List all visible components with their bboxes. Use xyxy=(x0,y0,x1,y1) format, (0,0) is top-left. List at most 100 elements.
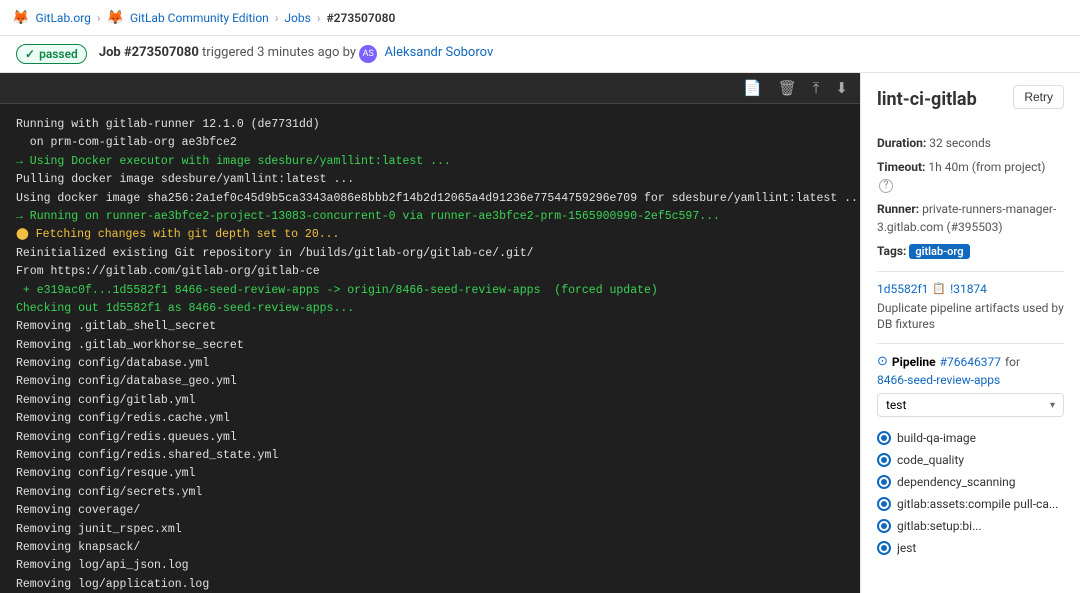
line-4: Pulling docker image sdesbure/yamllint:l… xyxy=(16,171,844,189)
duration-label: Duration: xyxy=(877,136,926,150)
duration-value: 32 seconds xyxy=(929,136,991,150)
job-name-6: jest xyxy=(897,541,916,555)
job-status-icon-1 xyxy=(877,431,891,445)
line-9: From https://gitlab.com/gitlab-org/gitla… xyxy=(16,263,844,281)
job-name-1: build-qa-image xyxy=(897,431,976,445)
job-item-2[interactable]: code_quality xyxy=(877,449,1064,471)
line-2: on prm-com-gitlab-org ae3bfce2 xyxy=(16,134,844,152)
runner-label: Runner: xyxy=(877,202,919,216)
job-item-3[interactable]: dependency_scanning xyxy=(877,471,1064,493)
line-8: Reinitialized existing Git repository in… xyxy=(16,245,844,263)
divider-2 xyxy=(877,343,1064,344)
pipeline-label: Pipeline xyxy=(892,355,936,369)
line-23: Removing junit_rspec.xml xyxy=(16,521,844,539)
job-label: Job #273507080 xyxy=(99,45,199,60)
divider-1 xyxy=(877,271,1064,272)
line-22: Removing coverage/ xyxy=(16,502,844,520)
line-26: Removing log/application.log xyxy=(16,576,844,593)
copy-raw-icon[interactable]: 📄 xyxy=(739,77,766,99)
tag-badge: gitlab-org xyxy=(909,244,969,259)
timeout-label: Timeout: xyxy=(877,160,925,174)
pipeline-for-text: for xyxy=(1005,355,1020,369)
retry-button[interactable]: Retry xyxy=(1013,85,1064,109)
pipeline-status-icon: ⊙ xyxy=(877,354,888,369)
line-25: Removing log/api_json.log xyxy=(16,557,844,575)
scroll-top-icon[interactable]: ⤒ xyxy=(809,77,824,99)
line-15: Removing config/database_geo.yml xyxy=(16,373,844,391)
commit-desc: Duplicate pipeline artifacts used by DB … xyxy=(877,300,1064,334)
jobs-list: build-qa-image code_quality dependency_s… xyxy=(877,427,1064,559)
nav-org[interactable]: GitLab.org xyxy=(35,11,90,25)
line-17: Removing config/redis.cache.yml xyxy=(16,410,844,428)
job-item-4[interactable]: gitlab:assets:compile pull-ca... xyxy=(877,493,1064,515)
job-status-icon-5 xyxy=(877,519,891,533)
terminal-area: 📄 🗑 ⤒ ⬇ Running with gitlab-runner 12.1.… xyxy=(0,73,860,593)
job-item-6[interactable]: jest xyxy=(877,537,1064,559)
line-6: → Running on runner-ae3bfce2-project-130… xyxy=(16,208,844,226)
pipeline-id-link[interactable]: #76646377 xyxy=(940,355,1001,369)
nav-project[interactable]: GitLab Community Edition xyxy=(130,11,269,25)
user-avatar: AS xyxy=(359,45,377,63)
commit-row: 1d5582f1 📋 !31874 xyxy=(877,282,1064,296)
line-3: → Using Docker executor with image sdesb… xyxy=(16,153,844,171)
line-21: Removing config/secrets.yml xyxy=(16,484,844,502)
job-status-icon-3 xyxy=(877,475,891,489)
nav-job-id: #273507080 xyxy=(326,11,395,25)
main-layout: 📄 🗑 ⤒ ⬇ Running with gitlab-runner 12.1.… xyxy=(0,73,1080,593)
sidebar-title: lint-ci-gitlab xyxy=(877,89,977,110)
timeout-value: 1h 40m (from project) xyxy=(928,160,1045,174)
line-12: Removing .gitlab_shell_secret xyxy=(16,318,844,336)
scroll-bottom-icon[interactable]: ⬇ xyxy=(831,77,852,99)
timeout-row: Timeout: 1h 40m (from project) ? xyxy=(877,158,1064,194)
nav-sep-3: › xyxy=(317,11,321,25)
mr-link[interactable]: !31874 xyxy=(950,282,987,296)
line-14: Removing config/database.yml xyxy=(16,355,844,373)
line-10: + e319ac0f...1d5582f1 8466-seed-review-a… xyxy=(16,282,844,300)
job-status-icon-4 xyxy=(877,497,891,511)
copy-commit-icon[interactable]: 📋 xyxy=(932,282,946,295)
job-item-5[interactable]: gitlab:setup:bi... xyxy=(877,515,1064,537)
job-name-4: gitlab:assets:compile pull-ca... xyxy=(897,497,1058,511)
stage-dropdown[interactable]: test ▾ xyxy=(877,393,1064,417)
job-header: passed Job #273507080 triggered 3 minute… xyxy=(0,36,1080,73)
top-nav: 🦊 GitLab.org › 🦊 GitLab Community Editio… xyxy=(0,0,1080,36)
line-19: Removing config/redis.shared_state.yml xyxy=(16,447,844,465)
line-20: Removing config/resque.yml xyxy=(16,465,844,483)
line-24: Removing knapsack/ xyxy=(16,539,844,557)
job-name-3: dependency_scanning xyxy=(897,475,1016,489)
passed-badge: passed xyxy=(16,44,87,64)
nav-sep-2: › xyxy=(275,11,279,25)
job-name-2: code_quality xyxy=(897,453,964,467)
job-item-1[interactable]: build-qa-image xyxy=(877,427,1064,449)
runner-row: Runner: private-runners-manager-3.gitlab… xyxy=(877,200,1064,236)
line-18: Removing config/redis.queues.yml xyxy=(16,429,844,447)
line-13: Removing .gitlab_workhorse_secret xyxy=(16,337,844,355)
line-16: Removing config/gitlab.yml xyxy=(16,392,844,410)
line-fetching: ⬤ Fetching changes with git depth set to… xyxy=(16,226,844,244)
nav-fox-icon: 🦊 xyxy=(107,10,124,26)
duration-row: Duration: 32 seconds xyxy=(877,134,1064,152)
job-name-5: gitlab:setup:bi... xyxy=(897,519,982,533)
stage-label: test xyxy=(886,398,906,412)
nav-sep-1: › xyxy=(97,11,101,25)
terminal-toolbar: 📄 🗑 ⤒ ⬇ xyxy=(0,73,860,104)
brand-icon: 🦊 xyxy=(12,10,29,26)
line-1: Running with gitlab-runner 12.1.0 (de773… xyxy=(16,116,844,134)
erase-icon[interactable]: 🗑 xyxy=(774,77,801,99)
job-info: Job #273507080 triggered 3 minutes ago b… xyxy=(99,45,493,63)
job-status-icon-6 xyxy=(877,541,891,555)
pipeline-row: ⊙ Pipeline #76646377 for 8466-seed-revie… xyxy=(877,354,1064,387)
pipeline-branch-link[interactable]: 8466-seed-review-apps xyxy=(877,373,1064,387)
triggered-text: triggered 3 minutes ago by xyxy=(202,45,359,60)
chevron-down-icon: ▾ xyxy=(1050,400,1055,411)
user-link[interactable]: Aleksandr Soborov xyxy=(384,45,493,60)
nav-section[interactable]: Jobs xyxy=(284,11,310,25)
job-status-icon-2 xyxy=(877,453,891,467)
tags-label: Tags: xyxy=(877,244,906,258)
help-icon[interactable]: ? xyxy=(879,179,893,193)
line-5: Using docker image sha256:2a1ef0c45d9b5c… xyxy=(16,190,844,208)
terminal-content: Running with gitlab-runner 12.1.0 (de773… xyxy=(0,104,860,593)
commit-hash-link[interactable]: 1d5582f1 xyxy=(877,282,928,296)
sidebar: lint-ci-gitlab Retry Duration: 32 second… xyxy=(860,73,1080,593)
line-11: Checking out 1d5582f1 as 8466-seed-revie… xyxy=(16,300,844,318)
